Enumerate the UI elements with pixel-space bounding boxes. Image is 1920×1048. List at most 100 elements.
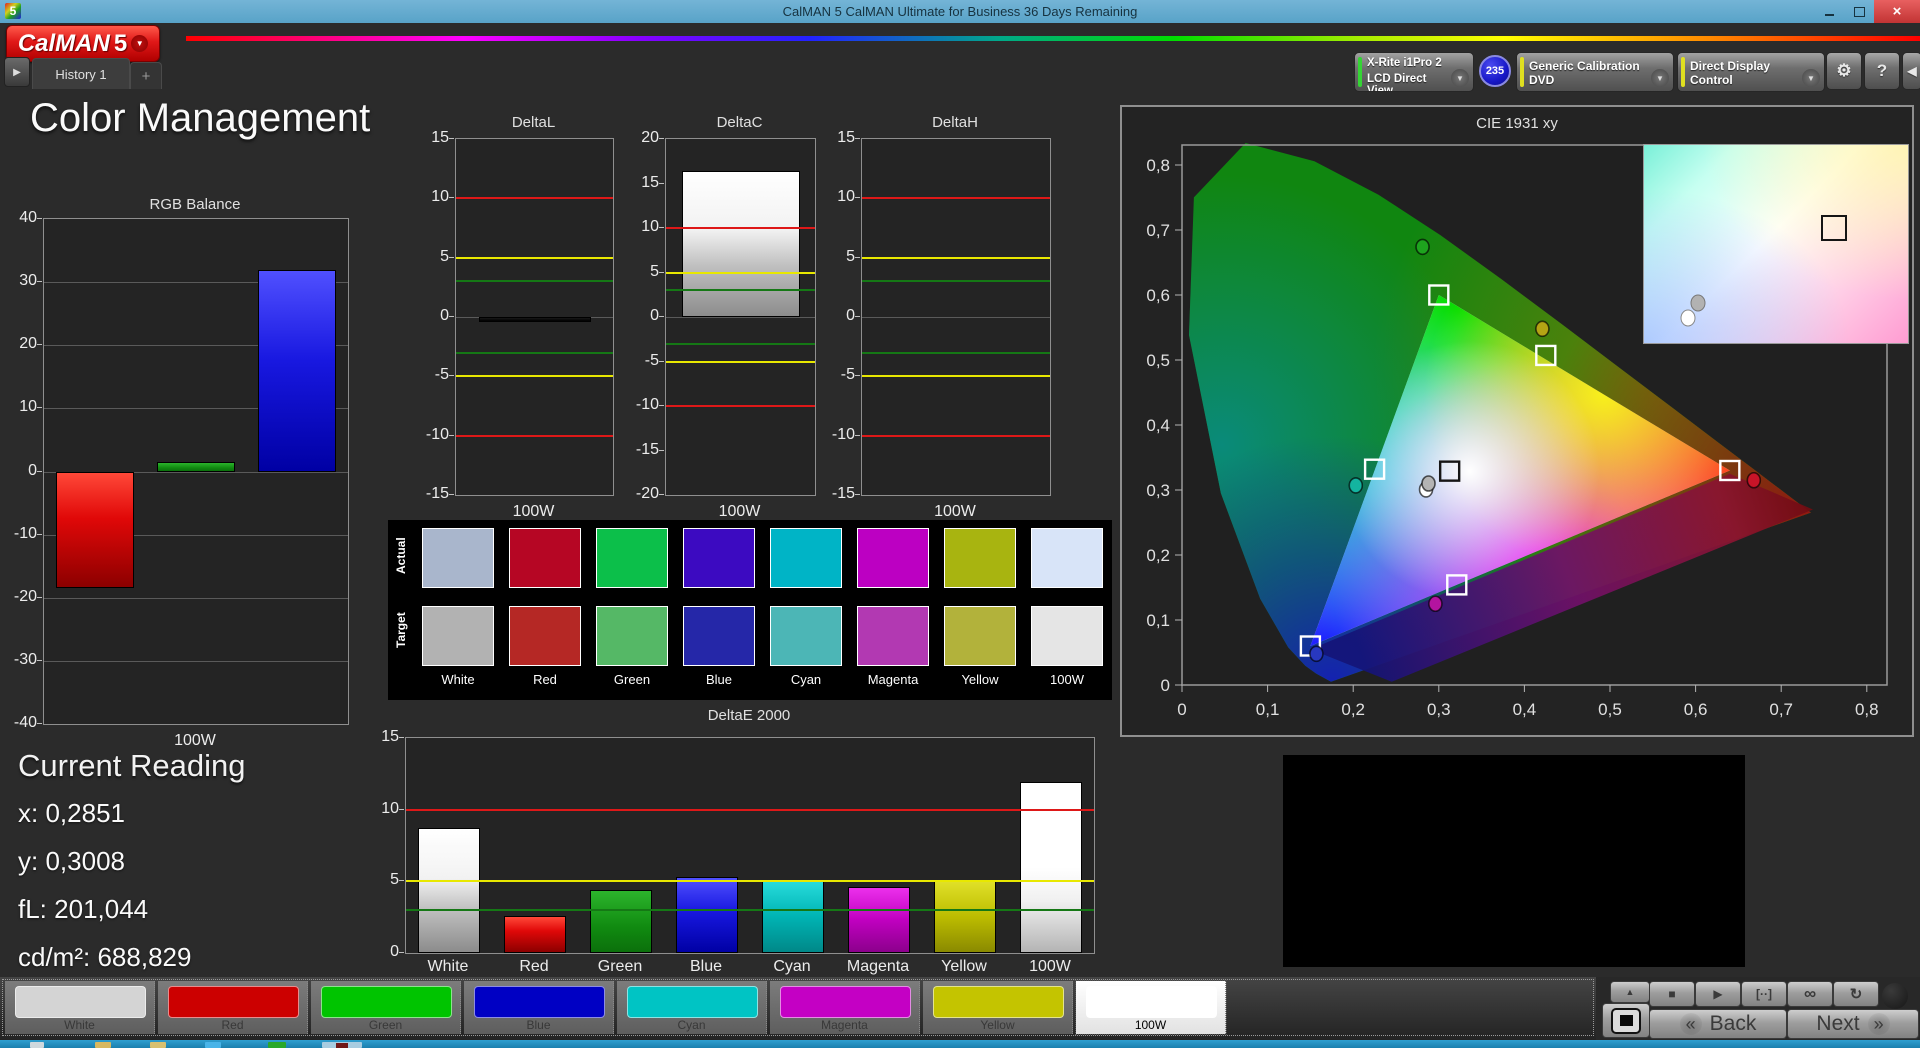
- pattern-window-button[interactable]: [1602, 1003, 1650, 1038]
- taskbar-icon-active[interactable]: [322, 1042, 362, 1048]
- next-button[interactable]: Next »: [1787, 1009, 1919, 1039]
- rgb-balance-chart: RGB Balance 403020100-10-20-30-40100W: [0, 190, 380, 760]
- refresh-button[interactable]: ↻: [1833, 981, 1879, 1007]
- tick-label: 10: [409, 188, 449, 206]
- measured-cyan: [1349, 478, 1362, 493]
- pattern-button-100w[interactable]: 100W: [1076, 981, 1226, 1034]
- reference-line: [456, 280, 613, 282]
- tick-label: 40: [0, 209, 37, 227]
- bar-red: [504, 916, 566, 953]
- category-label: Red: [489, 958, 579, 976]
- taskbar-icon[interactable]: [95, 1042, 111, 1048]
- tick-mark: [449, 494, 454, 495]
- chart-title: DeltaE 2000: [405, 707, 1093, 724]
- pattern-button-white[interactable]: White: [5, 981, 155, 1034]
- meter-selector-button[interactable]: X-Rite i1Pro 2 LCD Direct View ▼: [1354, 52, 1474, 92]
- tick-label: -5: [815, 366, 855, 384]
- category-label: White: [403, 958, 493, 976]
- svg-text:0,4: 0,4: [1146, 416, 1170, 435]
- bar-red: [56, 472, 134, 589]
- tick-label: -20: [0, 588, 37, 606]
- current-reading-dot: [1680, 310, 1695, 327]
- taskbar-icon[interactable]: [30, 1042, 44, 1048]
- tick-mark: [37, 407, 42, 408]
- pattern-button-blue[interactable]: Blue: [464, 981, 614, 1034]
- tick-label: 5: [815, 248, 855, 266]
- taskbar-icon[interactable]: [205, 1042, 221, 1048]
- tab-expand-button[interactable]: ▶: [4, 57, 30, 87]
- tick-label: -10: [619, 396, 659, 414]
- tab-history-1[interactable]: History 1: [32, 58, 130, 89]
- bar-blue: [676, 877, 738, 953]
- actual-swatch-red: [509, 528, 581, 588]
- pattern-button-green[interactable]: Green: [311, 981, 461, 1034]
- gridline: [666, 317, 815, 318]
- loop-button[interactable]: ∞: [1787, 981, 1833, 1007]
- svg-text:0,7: 0,7: [1146, 221, 1170, 240]
- swatch-comparison-table: ActualTargetWhiteRedGreenBlueCyanMagenta…: [388, 520, 1112, 700]
- swatch-column-label: Magenta: [850, 672, 936, 687]
- pattern-label: Cyan: [617, 1018, 766, 1032]
- tab-add-button[interactable]: +: [130, 62, 162, 89]
- pattern-button-magenta[interactable]: Magenta: [770, 981, 920, 1034]
- reference-line: [666, 361, 815, 363]
- tick-label: -5: [619, 352, 659, 370]
- tick-label: 5: [409, 248, 449, 266]
- stop-button[interactable]: ■: [1649, 981, 1695, 1007]
- tick-mark: [399, 809, 404, 810]
- reference-line: [862, 375, 1050, 377]
- reference-line: [456, 257, 613, 259]
- tick-mark: [37, 471, 42, 472]
- taskbar-icon[interactable]: [150, 1042, 166, 1048]
- logo-dropdown-icon: ▼: [131, 35, 148, 52]
- back-button[interactable]: « Back: [1649, 1009, 1787, 1039]
- chart-title: RGB Balance: [43, 196, 347, 213]
- actual-swatch-cyan: [770, 528, 842, 588]
- actual-swatch-blue: [683, 528, 755, 588]
- tick-mark: [37, 660, 42, 661]
- reading-cdm2: cd/m²: 688,829: [18, 942, 245, 973]
- close-button[interactable]: ×: [1874, 0, 1920, 23]
- taskbar-icon[interactable]: [268, 1042, 286, 1048]
- display-control-button[interactable]: Direct Display Control ▼: [1677, 52, 1825, 92]
- status-indicator: [1882, 983, 1908, 1009]
- tick-label: 10: [0, 398, 37, 416]
- tick-mark: [37, 344, 42, 345]
- collapse-icon[interactable]: ◀: [1902, 52, 1920, 90]
- source-label: Generic Calibration DVD: [1529, 59, 1647, 87]
- source-selector-button[interactable]: Generic Calibration DVD ▼: [1516, 52, 1674, 92]
- play-button[interactable]: ▶: [1695, 981, 1741, 1007]
- row-label-actual: Actual: [394, 552, 408, 574]
- frame-step-button[interactable]: [··]: [1741, 981, 1787, 1007]
- pattern-button-cyan[interactable]: Cyan: [617, 981, 767, 1034]
- pattern-button-yellow[interactable]: Yellow: [923, 981, 1073, 1034]
- gear-icon[interactable]: ⚙: [1826, 52, 1862, 90]
- tick-label: 5: [359, 871, 399, 889]
- delta-l-chart: DeltaL 151050-5-10-15100W: [440, 108, 640, 538]
- tick-mark: [659, 450, 664, 451]
- cie-x-axis-ticks: 00,10,20,30,40,50,60,70,8: [1177, 685, 1878, 719]
- minimize-button[interactable]: [1814, 0, 1844, 23]
- bar-white: [418, 828, 480, 953]
- target-swatch-blue: [683, 606, 755, 666]
- display-status-stripe: [1681, 57, 1685, 87]
- target-swatch-magenta: [857, 606, 929, 666]
- help-icon[interactable]: ?: [1864, 52, 1900, 90]
- category-label: Magenta: [833, 958, 923, 976]
- tick-mark: [449, 138, 454, 139]
- windows-taskbar-sliver: [0, 1040, 1920, 1048]
- svg-text:0,4: 0,4: [1513, 700, 1537, 719]
- pattern-label: 100W: [1076, 1018, 1225, 1032]
- pattern-label: White: [5, 1018, 154, 1032]
- maximize-button[interactable]: [1844, 0, 1874, 23]
- measured-white-previous: [1422, 476, 1435, 491]
- pattern-up-button[interactable]: ▲: [1610, 981, 1650, 1003]
- reference-line: [456, 435, 613, 437]
- actual-swatch-magenta: [857, 528, 929, 588]
- pattern-button-red[interactable]: Red: [158, 981, 308, 1034]
- pattern-label: Blue: [464, 1018, 613, 1032]
- x-axis-label: 100W: [489, 503, 579, 521]
- calman-logo-menu[interactable]: CalMAN 5 ▼: [6, 25, 160, 62]
- chart-title: DeltaH: [861, 114, 1049, 131]
- reference-line: [456, 352, 613, 354]
